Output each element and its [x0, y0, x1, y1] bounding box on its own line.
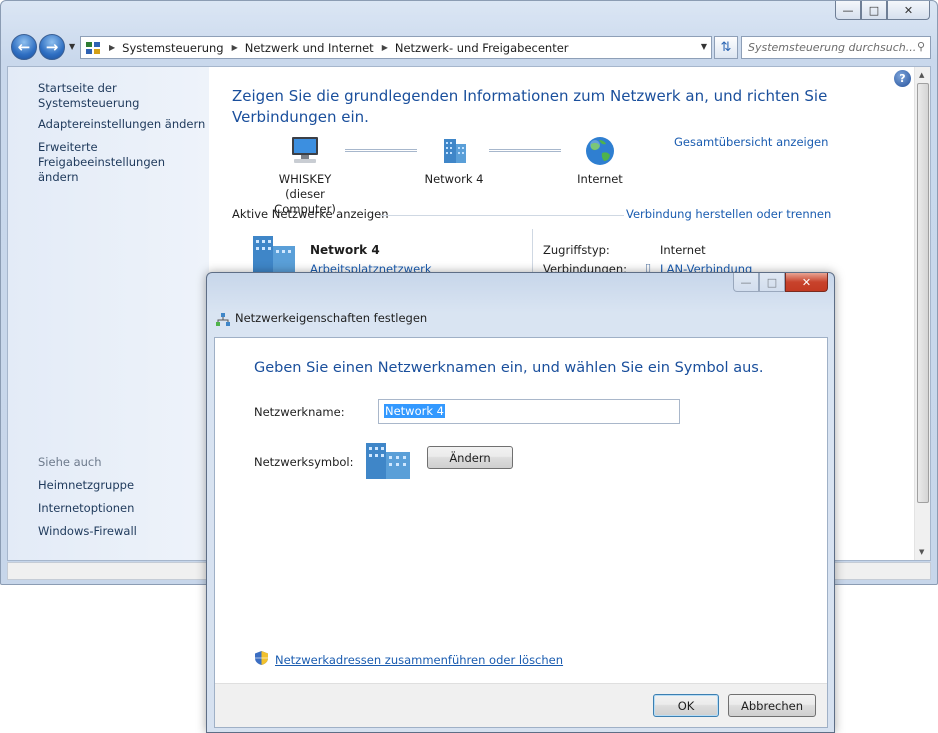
link-advanced-line2: Freigabeeinstellungen ändern — [38, 155, 166, 184]
change-symbol-button[interactable]: Ändern — [427, 446, 513, 469]
computer-name: WHISKEY — [278, 172, 332, 186]
close-button[interactable]: ✕ — [887, 1, 930, 20]
breadcrumb-control-panel[interactable]: Systemsteuerung — [122, 41, 223, 55]
link-connect-disconnect[interactable]: Verbindung herstellen oder trennen — [626, 207, 831, 221]
ok-button[interactable]: OK — [653, 694, 719, 717]
link-advanced-sharing-settings[interactable]: Erweiterte Freigabeeinstellungen ändern — [38, 140, 209, 185]
cancel-button[interactable]: Abbrechen — [728, 694, 816, 717]
chevron-right-icon[interactable]: ▶ — [109, 43, 115, 52]
see-also-heading: Siehe auch — [38, 455, 102, 469]
globe-icon — [583, 135, 617, 167]
section-divider — [379, 215, 624, 216]
search-input[interactable]: Systemsteuerung durchsuch... ⚲ — [741, 36, 931, 59]
merge-locations-text: Netzwerkadressen zusammenführen oder lös… — [275, 652, 564, 667]
link-advanced-line1: Erweiterte — [38, 140, 98, 154]
internet-node-label: Internet — [577, 172, 623, 186]
back-button[interactable]: ← — [11, 34, 37, 60]
network-node-label: Network 4 — [424, 172, 484, 186]
vertical-scrollbar[interactable]: ▲ ▼ — [914, 67, 930, 560]
active-networks-label: Aktive Netzwerke anzeigen — [232, 207, 389, 221]
link-change-adapter-settings[interactable]: Adaptereinstellungen ändern — [38, 117, 205, 132]
refresh-icon: ⇅ — [720, 40, 732, 55]
connection-line — [489, 149, 561, 152]
computer-icon — [288, 135, 322, 167]
refresh-button[interactable]: ⇅ — [714, 36, 738, 59]
dialog-body: Geben Sie einen Netzwerknamen ein, und w… — [214, 337, 828, 728]
search-icon[interactable]: ⚲ — [917, 40, 925, 53]
window-caption-buttons: — □ ✕ — [835, 1, 930, 20]
map-node-network[interactable]: Network 4 — [409, 135, 499, 187]
map-node-internet[interactable]: Internet — [555, 135, 645, 187]
dialog-minimize-button: — — [733, 273, 759, 292]
dialog-close-button[interactable]: ✕ — [785, 273, 828, 292]
network-name-value: Network 4 — [384, 404, 445, 418]
minimize-button[interactable]: — — [835, 1, 861, 20]
connection-line — [345, 149, 417, 152]
chevron-right-icon[interactable]: ▶ — [382, 43, 388, 52]
address-bar[interactable]: ▶ Systemsteuerung ▶ Netzwerk und Interne… — [80, 36, 712, 59]
breadcrumb-network-internet[interactable]: Netzwerk und Internet — [245, 41, 374, 55]
address-dropdown-icon[interactable]: ▼ — [701, 42, 707, 51]
map-node-computer[interactable]: WHISKEY (dieser Computer) — [257, 135, 353, 217]
access-type-label: Zugriffstyp: — [543, 243, 610, 257]
link-control-panel-home[interactable]: Startseite der Systemsteuerung — [38, 81, 209, 111]
link-full-map[interactable]: Gesamtübersicht anzeigen — [674, 135, 828, 149]
task-pane: Startseite der Systemsteuerung Adapterei… — [8, 67, 209, 560]
network-map-icon — [215, 312, 231, 328]
network-symbol-label: Netzwerksymbol: — [254, 455, 354, 469]
dialog-caption-buttons: — □ ✕ — [733, 273, 828, 292]
network-building-icon — [437, 135, 471, 167]
link-homegroup[interactable]: Heimnetzgruppe — [38, 478, 134, 493]
active-network-name: Network 4 — [310, 243, 380, 257]
network-symbol-icon — [362, 442, 414, 483]
uac-shield-icon — [254, 650, 269, 669]
dialog-title: Netzwerkeigenschaften festlegen — [235, 311, 428, 325]
link-internet-options[interactable]: Internetoptionen — [38, 501, 134, 516]
network-properties-dialog: — □ ✕ Netzwerkeigenschaften festlegen Ge… — [206, 272, 835, 733]
page-heading: Zeigen Sie die grundlegenden Information… — [232, 87, 828, 126]
link-windows-firewall[interactable]: Windows-Firewall — [38, 524, 137, 539]
navigation-bar: ← → ▼ ▶ Systemsteuerung ▶ Netzwerk und I… — [9, 34, 931, 61]
help-icon[interactable]: ? — [894, 70, 911, 87]
scroll-up-icon[interactable]: ▲ — [919, 71, 924, 79]
dialog-footer: OK Abbrechen — [215, 683, 827, 727]
network-name-label: Netzwerkname: — [254, 405, 345, 419]
network-name-input[interactable]: Network 4 — [378, 399, 680, 424]
control-panel-icon — [85, 40, 101, 56]
access-type-value: Internet — [660, 243, 706, 257]
chevron-right-icon[interactable]: ▶ — [232, 43, 238, 52]
forward-button[interactable]: → — [39, 34, 65, 60]
breadcrumb-sharing-center[interactable]: Netzwerk- und Freigabecenter — [395, 41, 569, 55]
dialog-heading: Geben Sie einen Netzwerknamen ein, und w… — [254, 360, 764, 376]
maximize-button[interactable]: □ — [861, 1, 887, 20]
search-placeholder: Systemsteuerung durchsuch... — [748, 41, 917, 54]
dialog-maximize-button: □ — [759, 273, 785, 292]
recent-pages-dropdown-icon[interactable]: ▼ — [69, 42, 75, 51]
merge-locations-link[interactable]: Netzwerkadressen zusammenführen oder lös… — [254, 650, 563, 669]
scroll-down-icon[interactable]: ▼ — [919, 548, 924, 556]
scroll-thumb[interactable] — [917, 83, 929, 503]
